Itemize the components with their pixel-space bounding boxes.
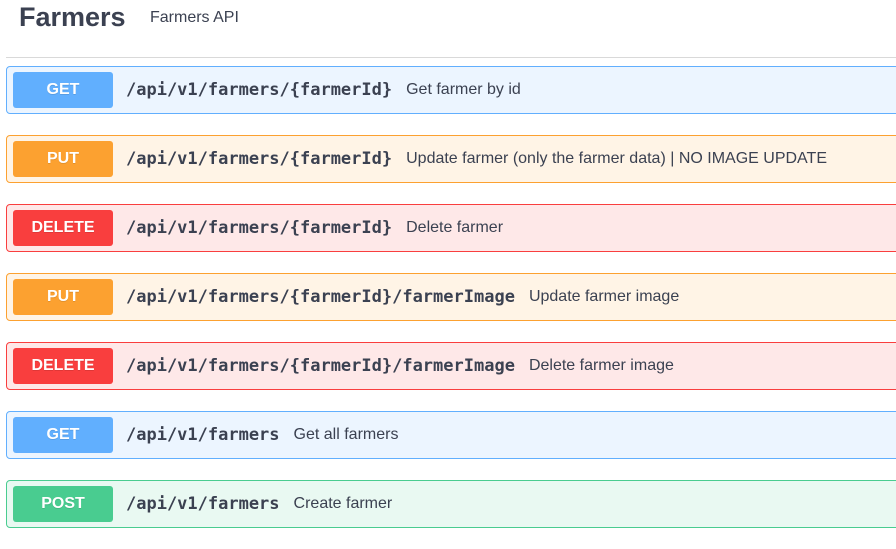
operation-create-farmer[interactable]: POST /api/v1/farmers Create farmer [6, 480, 896, 528]
operation-get-farmer-by-id[interactable]: GET /api/v1/farmers/{farmerId} Get farme… [6, 66, 896, 114]
operation-update-farmer-image[interactable]: PUT /api/v1/farmers/{farmerId}/farmerIma… [6, 273, 896, 321]
operations-list: GET /api/v1/farmers/{farmerId} Get farme… [6, 66, 896, 549]
operation-update-farmer[interactable]: PUT /api/v1/farmers/{farmerId} Update fa… [6, 135, 896, 183]
operation-summary: Delete farmer [406, 219, 504, 236]
operation-path: /api/v1/farmers/{farmerId} [126, 80, 393, 100]
operation-path: /api/v1/farmers/{farmerId} [126, 149, 393, 169]
method-badge: GET [13, 417, 113, 453]
operation-get-all-farmers[interactable]: GET /api/v1/farmers Get all farmers [6, 411, 896, 459]
operation-summary: Delete farmer image [528, 357, 674, 374]
operation-summary: Get all farmers [293, 426, 399, 443]
operation-summary: Update farmer (only the farmer data) | N… [406, 150, 827, 167]
method-badge: DELETE [13, 210, 113, 246]
operation-path: /api/v1/farmers/{farmerId}/farmerImage [126, 287, 515, 307]
operation-delete-farmer[interactable]: DELETE /api/v1/farmers/{farmerId} Delete… [6, 204, 896, 252]
operation-path: /api/v1/farmers [126, 425, 280, 445]
operation-path: /api/v1/farmers/{farmerId}/farmerImage [126, 356, 515, 376]
tag-title[interactable]: Farmers [19, 2, 126, 33]
operation-path: /api/v1/farmers [126, 494, 280, 514]
operation-summary: Create farmer [293, 495, 393, 512]
operation-summary: Get farmer by id [406, 81, 521, 98]
operation-summary: Update farmer image [528, 288, 680, 305]
operation-delete-farmer-image[interactable]: DELETE /api/v1/farmers/{farmerId}/farmer… [6, 342, 896, 390]
method-badge: POST [13, 486, 113, 522]
method-badge: PUT [13, 141, 113, 177]
method-badge: DELETE [13, 348, 113, 384]
operation-path: /api/v1/farmers/{farmerId} [126, 218, 393, 238]
tag-description: Farmers API [150, 9, 239, 26]
method-badge: PUT [13, 279, 113, 315]
method-badge: GET [13, 72, 113, 108]
tag-header[interactable]: Farmers Farmers API [6, 0, 896, 58]
